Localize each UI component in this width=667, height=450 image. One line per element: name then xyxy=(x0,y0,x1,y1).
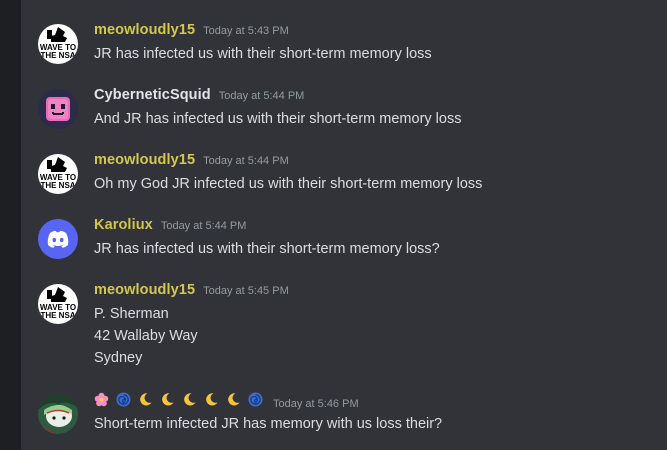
username[interactable]: Karoliux xyxy=(94,217,153,233)
message-list[interactable]: WAVE TO THE NSA meowloudly15 Today at 5:… xyxy=(21,0,667,450)
message-text: 42 Wallaby Way xyxy=(94,328,198,344)
avatar-wave-to-the-nsa[interactable]: WAVE TO THE NSA xyxy=(38,284,78,324)
message-text: Oh my God JR infected us with their shor… xyxy=(94,176,483,192)
avatar-discord-default[interactable] xyxy=(38,219,78,259)
message-header: Karoliux Today at 5:44 PM xyxy=(94,217,246,237)
avatar-wave-to-the-nsa[interactable]: WAVE TO THE NSA xyxy=(38,24,78,64)
avatar-pink-pixel-face[interactable] xyxy=(38,89,78,129)
message-header: meowloudly15 Today at 5:45 PM xyxy=(94,282,289,302)
timestamp[interactable]: Today at 5:44 PM xyxy=(219,90,305,102)
timestamp[interactable]: Today at 5:44 PM xyxy=(203,155,289,167)
message-header: Today at 5:46 PM xyxy=(94,392,359,412)
timestamp[interactable]: Today at 5:45 PM xyxy=(203,285,289,297)
cherry-blossom-icon xyxy=(94,392,109,407)
message-header: meowloudly15 Today at 5:44 PM xyxy=(94,152,289,172)
username[interactable]: meowloudly15 xyxy=(94,22,195,38)
timestamp[interactable]: Today at 5:43 PM xyxy=(203,25,289,37)
username[interactable]: meowloudly15 xyxy=(94,152,195,168)
message-text: Sydney xyxy=(94,350,143,366)
username[interactable]: meowloudly15 xyxy=(94,282,195,298)
crescent-moon-icon xyxy=(140,393,152,406)
crescent-moon-icon xyxy=(184,393,196,406)
crescent-moon-icon xyxy=(206,393,218,406)
avatar-anime-green[interactable] xyxy=(38,394,78,434)
cyclone-icon xyxy=(116,392,131,407)
timestamp[interactable]: Today at 5:44 PM xyxy=(161,220,247,232)
crescent-moon-icon xyxy=(228,393,240,406)
message-text: JR has infected us with their short-term… xyxy=(94,46,432,62)
avatar-text-line2: THE NSA xyxy=(40,51,75,60)
cyclone-icon xyxy=(248,392,263,407)
username[interactable]: CyberneticSquid xyxy=(94,87,211,103)
server-edge xyxy=(0,0,21,450)
username-emojis[interactable] xyxy=(94,392,263,407)
message-text: And JR has infected us with their short-… xyxy=(94,111,462,127)
avatar-text-line2: THE NSA xyxy=(40,181,75,190)
message-text: Short-term infected JR has memory with u… xyxy=(94,416,443,432)
message-header: CyberneticSquid Today at 5:44 PM xyxy=(94,87,304,107)
timestamp[interactable]: Today at 5:46 PM xyxy=(273,398,359,410)
avatar-text-line2: THE NSA xyxy=(40,311,75,320)
message-text: JR has infected us with their short-term… xyxy=(94,241,440,257)
message-text: P. Sherman xyxy=(94,306,169,322)
avatar-wave-to-the-nsa[interactable]: WAVE TO THE NSA xyxy=(38,154,78,194)
crescent-moon-icon xyxy=(162,393,174,406)
message-header: meowloudly15 Today at 5:43 PM xyxy=(94,22,289,42)
